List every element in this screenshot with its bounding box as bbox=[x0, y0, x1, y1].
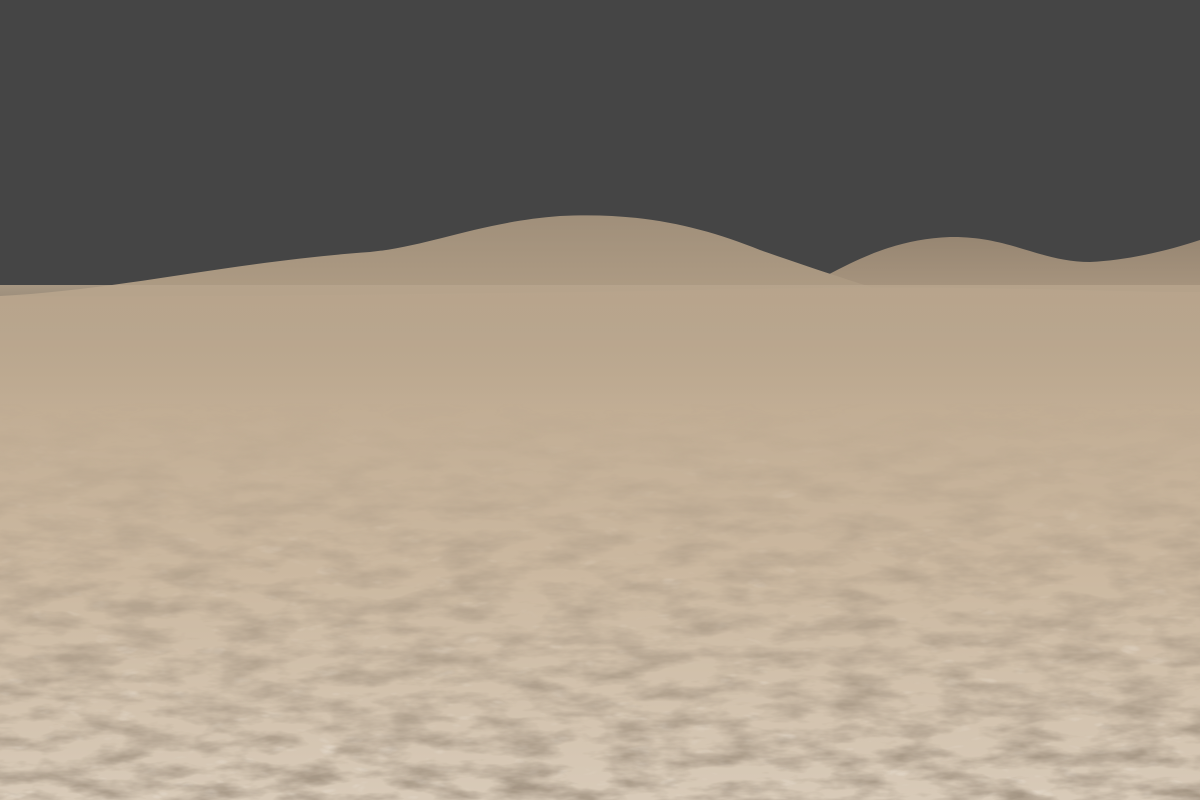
3d-viewport[interactable] bbox=[0, 0, 1200, 800]
cracked-ground-texture bbox=[0, 290, 1200, 800]
terrain-scene bbox=[0, 0, 1200, 800]
